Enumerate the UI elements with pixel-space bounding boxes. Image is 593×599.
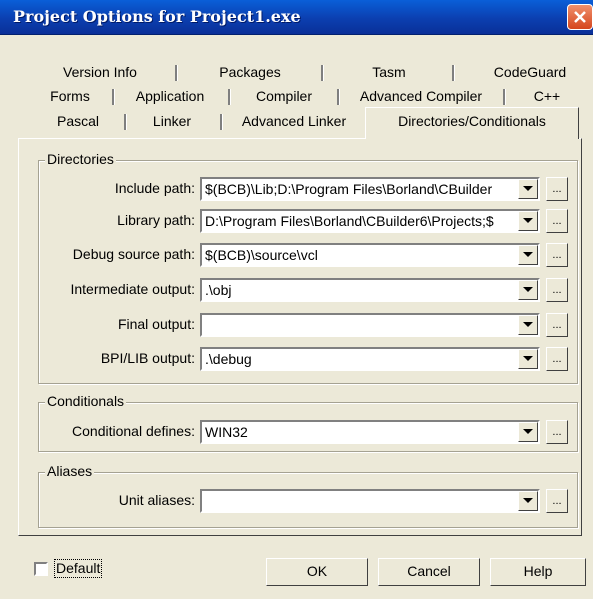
tab-divider <box>175 65 178 81</box>
chevron-down-icon <box>523 186 533 191</box>
include-path-label: Include path: <box>114 180 195 196</box>
ok-button[interactable]: OK <box>266 558 368 586</box>
debug-source-path-combo[interactable]: $(BCB)\source\vcl <box>200 243 540 267</box>
conditional-defines-browse-button[interactable]: ... <box>546 420 568 444</box>
chevron-down-icon <box>523 356 533 361</box>
tab-divider <box>220 114 223 130</box>
tab-label: Application <box>135 88 205 104</box>
final-output-browse-button[interactable]: ... <box>546 313 568 337</box>
conditional-defines-combo[interactable]: WIN32 <box>200 420 540 444</box>
close-button[interactable] <box>567 4 593 30</box>
tab-label: Packages <box>219 64 281 80</box>
combo-value: $(BCB)\source\vcl <box>205 247 318 263</box>
tab-directories-conditionals[interactable]: Directories/Conditionals <box>365 107 579 139</box>
group-title: Conditionals <box>45 393 127 409</box>
dropdown-button[interactable] <box>518 349 538 369</box>
dropdown-button[interactable] <box>518 422 538 442</box>
tab-label: C++ <box>533 88 561 104</box>
tab-divider <box>452 65 455 81</box>
chevron-down-icon <box>523 322 533 327</box>
intermediate-output-combo[interactable]: .\obj <box>200 278 540 302</box>
chevron-down-icon <box>523 287 533 292</box>
tab-label: Compiler <box>255 88 312 104</box>
default-checkbox-label[interactable]: Default <box>54 559 103 578</box>
tab-forms[interactable]: Forms <box>32 85 108 109</box>
unit-aliases-combo[interactable] <box>200 489 540 513</box>
intermediate-output-label: Intermediate output: <box>70 281 195 297</box>
unit-aliases-browse-button[interactable]: ... <box>546 489 568 513</box>
combo-value: .\debug <box>205 351 252 367</box>
chevron-down-icon <box>523 218 533 223</box>
dropdown-button[interactable] <box>518 491 538 511</box>
tab-divider <box>503 89 506 105</box>
dropdown-button[interactable] <box>518 315 538 335</box>
tab-label: Forms <box>50 88 90 104</box>
debug-source-path-label: Debug source path: <box>72 246 195 262</box>
dropdown-button[interactable] <box>518 211 538 231</box>
unit-aliases-label: Unit aliases: <box>118 492 195 508</box>
default-checkbox[interactable] <box>34 562 48 576</box>
tab-label: Version Info <box>63 64 137 80</box>
tab-divider <box>112 89 115 105</box>
tab-codeguard[interactable]: CodeGuard <box>470 61 590 85</box>
include-path-browse-button[interactable]: ... <box>546 177 568 201</box>
library-path-label: Library path: <box>117 212 195 228</box>
dropdown-button[interactable] <box>518 179 538 199</box>
window-title: Project Options for Project1.exe <box>13 7 301 26</box>
cancel-button[interactable]: Cancel <box>378 558 480 586</box>
tab-cpp[interactable]: C++ <box>512 85 582 109</box>
combo-value: WIN32 <box>205 424 248 440</box>
tab-label: CodeGuard <box>493 64 567 80</box>
tab-pascal[interactable]: Pascal <box>40 110 116 134</box>
bpi-lib-output-label: BPI/LIB output: <box>100 350 195 366</box>
tab-advanced-linker[interactable]: Advanced Linker <box>226 110 362 134</box>
tab-label: Pascal <box>56 113 100 129</box>
tab-divider <box>124 114 127 130</box>
tab-advanced-compiler[interactable]: Advanced Compiler <box>346 85 496 109</box>
final-output-combo[interactable] <box>200 313 540 337</box>
group-title: Aliases <box>45 463 95 479</box>
library-path-combo[interactable]: D:\Program Files\Borland\CBuilder6\Proje… <box>200 209 540 233</box>
tab-divider <box>321 65 324 81</box>
chevron-down-icon <box>523 429 533 434</box>
tab-application[interactable]: Application <box>120 85 220 109</box>
tab-label: Directories/Conditionals <box>398 113 546 129</box>
combo-value: $(BCB)\Lib;D:\Program Files\Borland\CBui… <box>205 181 493 197</box>
tab-divider <box>337 89 340 105</box>
tab-label: Advanced Compiler <box>359 88 483 104</box>
group-title: Directories <box>45 151 116 167</box>
tab-label: Tasm <box>372 64 406 80</box>
title-bar: Project Options for Project1.exe <box>0 0 593 35</box>
bpi-lib-output-combo[interactable]: .\debug <box>200 347 540 371</box>
tab-compiler[interactable]: Compiler <box>238 85 330 109</box>
dropdown-button[interactable] <box>518 280 538 300</box>
tab-linker[interactable]: Linker <box>132 110 212 134</box>
combo-value: D:\Program Files\Borland\CBuilder6\Proje… <box>205 213 494 229</box>
final-output-label: Final output: <box>117 316 195 332</box>
include-path-combo[interactable]: $(BCB)\Lib;D:\Program Files\Borland\CBui… <box>200 177 540 201</box>
tab-packages[interactable]: Packages <box>190 61 310 85</box>
debug-source-path-browse-button[interactable]: ... <box>546 243 568 267</box>
chevron-down-icon <box>523 498 533 503</box>
intermediate-output-browse-button[interactable]: ... <box>546 278 568 302</box>
tab-tasm[interactable]: Tasm <box>334 61 444 85</box>
help-button[interactable]: Help <box>490 558 586 586</box>
tab-label: Linker <box>152 113 192 129</box>
tab-label: Advanced Linker <box>241 113 347 129</box>
library-path-browse-button[interactable]: ... <box>546 209 568 233</box>
tab-divider <box>228 89 231 105</box>
bpi-lib-output-browse-button[interactable]: ... <box>546 347 568 371</box>
tab-version-info[interactable]: Version Info <box>36 61 164 85</box>
dropdown-button[interactable] <box>518 245 538 265</box>
combo-value: .\obj <box>205 282 232 298</box>
chevron-down-icon <box>523 252 533 257</box>
close-icon <box>574 11 586 23</box>
conditional-defines-label: Conditional defines: <box>72 423 195 439</box>
